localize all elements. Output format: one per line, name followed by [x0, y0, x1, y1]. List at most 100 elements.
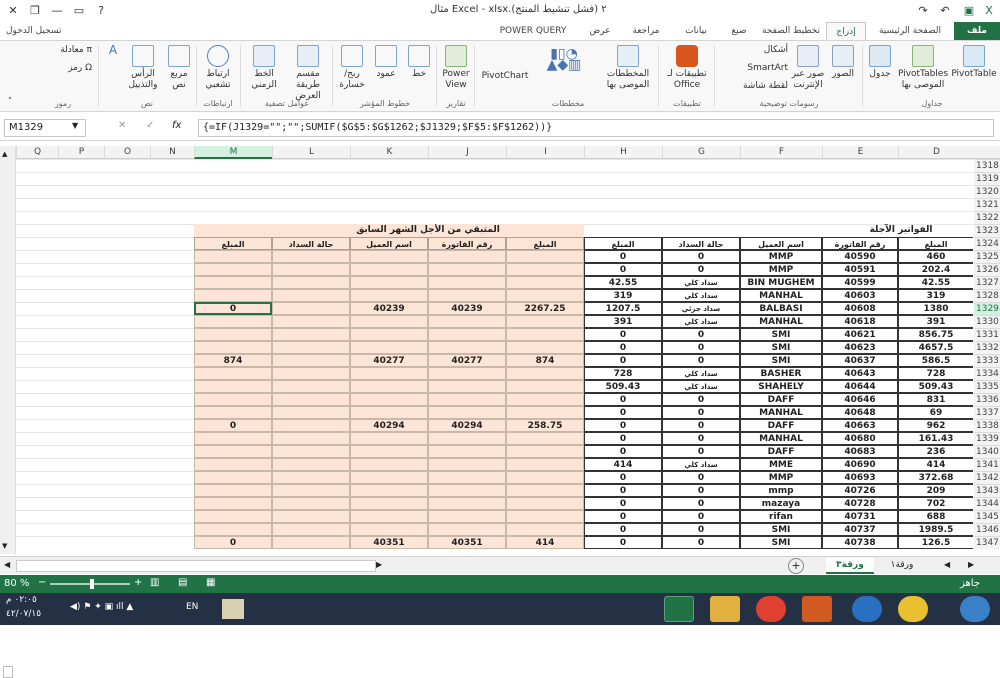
- worksheet-grid[interactable]: الفواتير الآجلة المتبقي من الأجل الشهر ال…: [16, 159, 973, 554]
- left-table-cell[interactable]: 40663: [822, 419, 898, 432]
- right-table-cell[interactable]: [194, 367, 272, 380]
- minimize-icon[interactable]: —: [48, 2, 66, 20]
- left-table-cell[interactable]: 728: [584, 367, 662, 380]
- right-table-cell[interactable]: [194, 445, 272, 458]
- left-table-cell[interactable]: 40643: [822, 367, 898, 380]
- left-table-cell[interactable]: 0: [584, 510, 662, 523]
- zoom-in-icon[interactable]: +: [134, 577, 142, 588]
- left-table-cell[interactable]: 0: [584, 354, 662, 367]
- right-table-cell[interactable]: [506, 432, 584, 445]
- left-header-cell[interactable]: اسم العميل: [740, 237, 822, 250]
- left-table-cell[interactable]: 40599: [822, 276, 898, 289]
- smartart-button[interactable]: SmartArt: [720, 63, 788, 74]
- left-table-cell[interactable]: 0: [584, 432, 662, 445]
- left-table-cell[interactable]: 0: [584, 536, 662, 549]
- clock-date[interactable]: ٤٢/٠٧/١٥: [6, 609, 41, 619]
- right-table-cell[interactable]: [350, 497, 428, 510]
- tab-insert[interactable]: إدراج: [826, 22, 866, 41]
- left-table-cell[interactable]: MANHAL: [740, 432, 822, 445]
- left-table-cell[interactable]: 0: [662, 497, 740, 510]
- right-table-cell[interactable]: [350, 510, 428, 523]
- left-table-cell[interactable]: 40646: [822, 393, 898, 406]
- row-header-1340[interactable]: 1340: [974, 445, 1000, 458]
- left-table-cell[interactable]: SMI: [740, 536, 822, 549]
- right-table-cell[interactable]: [272, 315, 350, 328]
- tab-data[interactable]: بيانات: [672, 22, 720, 41]
- tab-home[interactable]: الصفحة الرئيسية: [868, 22, 952, 41]
- right-table-cell[interactable]: [194, 341, 272, 354]
- right-table-cell[interactable]: [506, 497, 584, 510]
- column-header-Q[interactable]: Q: [16, 146, 58, 159]
- left-table-cell[interactable]: 0: [584, 419, 662, 432]
- left-table-cell[interactable]: 69: [898, 406, 973, 419]
- sparkline-column-button[interactable]: عمود: [370, 45, 402, 80]
- right-table-cell[interactable]: [194, 471, 272, 484]
- row-header-1323[interactable]: 1323: [974, 224, 1000, 237]
- cancel-icon[interactable]: ✕: [118, 120, 126, 131]
- right-table-cell[interactable]: [506, 263, 584, 276]
- left-table-cell[interactable]: BIN MUGHEM: [740, 276, 822, 289]
- row-header-1344[interactable]: 1344: [974, 497, 1000, 510]
- left-table-cell[interactable]: 4657.5: [898, 341, 973, 354]
- right-table-cell[interactable]: [506, 341, 584, 354]
- power-view-button[interactable]: Power View: [440, 45, 472, 91]
- right-table-cell[interactable]: [272, 393, 350, 406]
- collapse-ribbon-icon[interactable]: ˄: [4, 97, 16, 108]
- right-table-cell[interactable]: [428, 328, 506, 341]
- row-header-1347[interactable]: 1347: [974, 536, 1000, 549]
- tab-formulas[interactable]: صيغ: [722, 22, 756, 41]
- screenshot-button[interactable]: لقطة شاشة: [720, 81, 788, 92]
- row-header-1325[interactable]: 1325: [974, 250, 1000, 263]
- restore-icon[interactable]: ❐: [26, 2, 44, 20]
- sheet-tab-2[interactable]: ورقة٣: [826, 558, 874, 574]
- right-table-cell[interactable]: [428, 471, 506, 484]
- left-table-cell[interactable]: 40648: [822, 406, 898, 419]
- left-table-cell[interactable]: 161.43: [898, 432, 973, 445]
- horizontal-scrollbar[interactable]: [16, 560, 376, 572]
- row-header-1319[interactable]: 1319: [974, 172, 1000, 185]
- online-pictures-button[interactable]: صور عبر الإنترنت: [790, 45, 826, 91]
- left-table-cell[interactable]: SMI: [740, 328, 822, 341]
- left-table-cell[interactable]: سداد كلي: [662, 380, 740, 393]
- left-table-cell[interactable]: 0: [662, 471, 740, 484]
- row-header-1326[interactable]: 1326: [974, 263, 1000, 276]
- save-icon[interactable]: ▣: [960, 2, 978, 20]
- left-table-cell[interactable]: MME: [740, 458, 822, 471]
- right-table-cell[interactable]: [428, 367, 506, 380]
- recommended-charts-button[interactable]: المخططات الموصى بها: [600, 45, 656, 91]
- right-table-cell[interactable]: [350, 276, 428, 289]
- right-table-cell[interactable]: [428, 289, 506, 302]
- right-table-cell[interactable]: [428, 393, 506, 406]
- left-table-cell[interactable]: 0: [662, 393, 740, 406]
- right-table-title[interactable]: المتبقي من الأجل الشهر السابق: [350, 224, 506, 237]
- left-table-cell[interactable]: 40690: [822, 458, 898, 471]
- right-table-cell[interactable]: [194, 432, 272, 445]
- left-table-cell[interactable]: SMI: [740, 354, 822, 367]
- row-header-1329[interactable]: 1329: [974, 302, 1000, 315]
- left-table-cell[interactable]: 40621: [822, 328, 898, 341]
- left-table-cell[interactable]: 414: [898, 458, 973, 471]
- right-table-cell[interactable]: [506, 393, 584, 406]
- right-table-cell[interactable]: [272, 328, 350, 341]
- row-header-1332[interactable]: 1332: [974, 341, 1000, 354]
- left-table-cell[interactable]: 509.43: [584, 380, 662, 393]
- left-table-cell[interactable]: 126.5: [898, 536, 973, 549]
- column-header-O[interactable]: O: [104, 146, 150, 159]
- chrome-icon[interactable]: [898, 596, 928, 622]
- left-table-cell[interactable]: 0: [662, 484, 740, 497]
- right-table-cell[interactable]: [506, 510, 584, 523]
- right-table-cell[interactable]: [428, 315, 506, 328]
- right-table-cell[interactable]: [428, 458, 506, 471]
- right-table-cell[interactable]: 40239: [350, 302, 428, 315]
- name-box-dropdown-icon[interactable]: ▼: [72, 121, 78, 130]
- signin-link[interactable]: تسجيل الدخول: [4, 22, 96, 41]
- right-table-cell[interactable]: [350, 406, 428, 419]
- scroll-right-icon[interactable]: ▶: [376, 560, 382, 569]
- internet-explorer-icon[interactable]: [852, 596, 882, 622]
- left-table-cell[interactable]: mmp: [740, 484, 822, 497]
- tab-file[interactable]: ملف: [954, 22, 1000, 41]
- left-table-cell[interactable]: 0: [662, 536, 740, 549]
- sheet-tab-1[interactable]: ورقة١: [878, 558, 926, 574]
- row-header-1342[interactable]: 1342: [974, 471, 1000, 484]
- right-table-cell[interactable]: 258.75: [506, 419, 584, 432]
